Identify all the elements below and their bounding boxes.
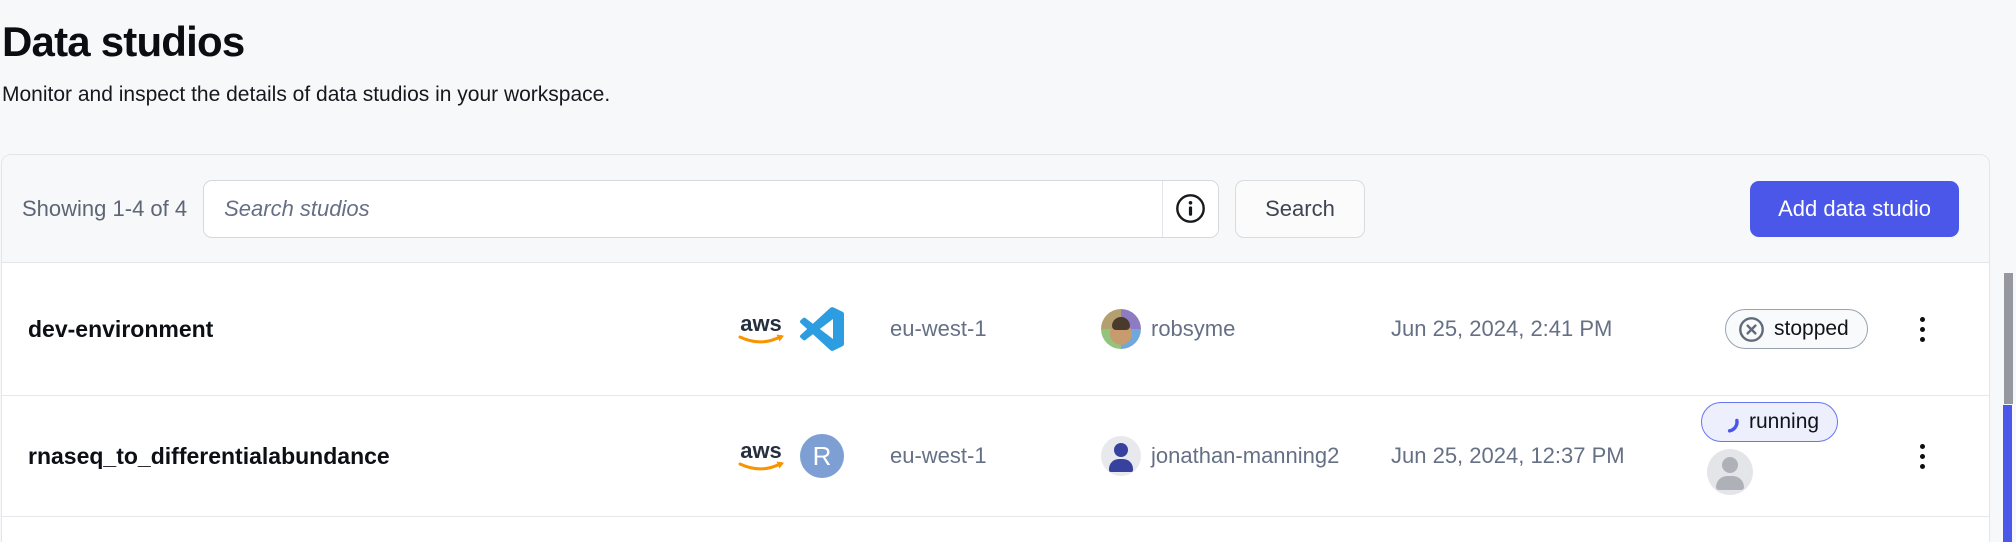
scrollbar-accent[interactable] [2003, 405, 2012, 542]
table-row[interactable]: dev-environment aws eu-west-1 robsyme Ju… [2, 263, 1989, 396]
studios-card: Showing 1-4 of 4 Search Add data studio … [1, 154, 1990, 542]
stopped-x-circle-icon [1738, 316, 1765, 343]
search-info-button[interactable] [1163, 181, 1218, 237]
region-cell: eu-west-1 [890, 316, 1095, 342]
showing-count: Showing 1-4 of 4 [22, 196, 187, 222]
search-button[interactable]: Search [1235, 180, 1365, 238]
user-name: robsyme [1151, 316, 1235, 342]
add-data-studio-button[interactable]: Add data studio [1750, 181, 1959, 237]
row-menu-button[interactable] [1912, 307, 1933, 352]
aws-icon: aws [732, 310, 790, 348]
compute-icons-cell: aws R [732, 434, 890, 478]
user-avatar [1101, 309, 1141, 349]
participant-avatar [1707, 449, 1753, 495]
status-label: running [1749, 410, 1819, 434]
toolbar: Showing 1-4 of 4 Search Add data studio [2, 155, 1989, 263]
vscode-icon [800, 307, 844, 351]
table-row-partial [2, 517, 1989, 533]
status-badge: stopped [1725, 309, 1868, 349]
rstudio-icon: R [800, 434, 844, 478]
info-circle-icon [1175, 193, 1206, 224]
search-input[interactable] [204, 181, 1162, 237]
studio-name[interactable]: dev-environment [28, 316, 732, 343]
user-cell: robsyme [1095, 309, 1391, 349]
status-cell: running [1661, 396, 1906, 516]
status-label: stopped [1774, 317, 1849, 341]
running-spinner-icon [1714, 408, 1742, 436]
region-cell: eu-west-1 [890, 443, 1095, 469]
user-name: jonathan-manning2 [1151, 443, 1339, 469]
scrollbar-thumb[interactable] [2004, 273, 2013, 404]
search-box [203, 180, 1219, 238]
page-subtitle: Monitor and inspect the details of data … [2, 83, 2016, 107]
page-title: Data studios [2, 18, 2016, 66]
date-cell: Jun 25, 2024, 12:37 PM [1391, 443, 1661, 469]
svg-text:aws: aws [740, 311, 782, 336]
row-menu-button[interactable] [1912, 434, 1933, 479]
page-header: Data studios Monitor and inspect the det… [0, 0, 2016, 107]
studio-name[interactable]: rnaseq_to_differentialabundance [28, 443, 732, 470]
svg-text:aws: aws [740, 438, 782, 463]
status-badge: running [1701, 402, 1838, 442]
user-cell: jonathan-manning2 [1095, 436, 1391, 476]
user-avatar [1101, 436, 1141, 476]
date-cell: Jun 25, 2024, 2:41 PM [1391, 316, 1661, 342]
aws-icon: aws [732, 437, 790, 475]
compute-icons-cell: aws [732, 307, 890, 351]
table-row[interactable]: rnaseq_to_differentialabundance aws R eu… [2, 396, 1989, 517]
status-cell: stopped [1661, 309, 1906, 349]
